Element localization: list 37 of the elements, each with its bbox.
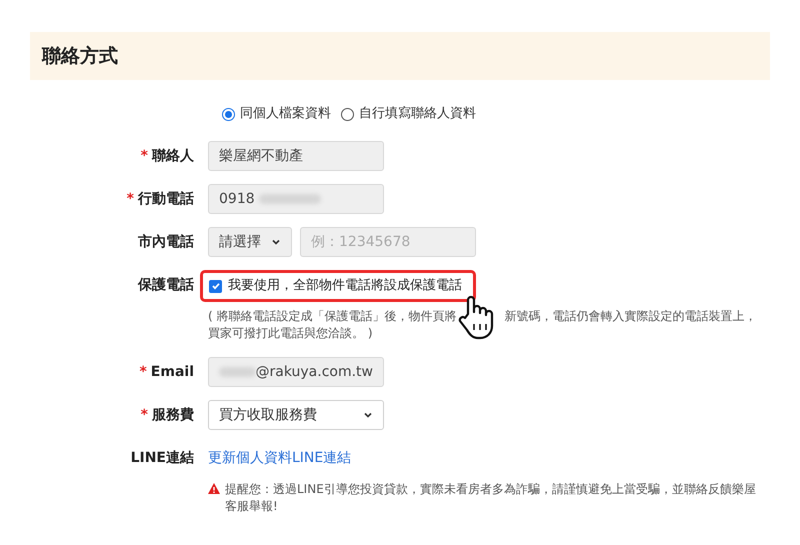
field-value: @rakuya.com.tw [256,362,373,382]
hand-cursor-icon [456,294,496,340]
chevron-icon [363,410,373,420]
field-label: 行動電話 [138,190,194,208]
radio-label: 自行填寫聯絡人資料 [359,105,476,124]
redacted-blur [258,194,321,204]
hint-text: 新號碼，電話仍會轉入實際設定的電話裝置上， [504,308,756,325]
radio-button[interactable] [222,108,235,120]
service-fee-select[interactable]: 買方收取服務費 [208,400,384,430]
section-title: 聯絡方式 [42,44,118,69]
required-mark: * [139,362,147,382]
mobile-field[interactable]: 0918 [208,184,384,214]
field-label: 服務費 [152,406,194,424]
required-mark: * [126,190,134,208]
radio-button[interactable] [341,108,354,120]
field-value: 0918 [219,190,255,208]
warning-text: 提醒您：透過LINE引導您投資貸款，實際未看房者多為詐騙，請謹慎避免上當受騙，並聯絡反饋樂屋客服舉報! [225,481,756,515]
redacted-blur [219,367,256,377]
radio-label: 同個人檔案資料 [240,105,331,124]
area-code-select[interactable]: 請選擇 [208,227,292,257]
field-label: LINE連結 [130,448,194,468]
hint-text: 買家可撥打此電話與您洽談。 ) [208,325,374,342]
protect-checkbox[interactable] [209,280,222,292]
warning-icon [208,483,220,494]
required-mark: * [140,146,148,166]
field-label: 保護電話 [138,276,194,294]
field-label: Email [150,362,194,382]
contact-name-field[interactable]: 樂屋網不動產 [208,141,384,171]
line-link[interactable]: 更新個人資料LINE連結 [208,448,352,468]
hint-text: ( 將聯絡電話設定成「保護電話」後，物件頁將 [208,308,456,325]
checkbox-label: 我要使用，全部物件電話將設成保護電話 [228,277,462,296]
chevron-icon [271,237,281,247]
required-mark: * [140,406,148,424]
email-field[interactable]: @rakuya.com.tw [208,357,384,387]
field-label: 市內電話 [138,232,194,252]
field-label: 聯絡人 [152,146,194,166]
landline-field[interactable]: 例：12345678 [300,227,476,257]
